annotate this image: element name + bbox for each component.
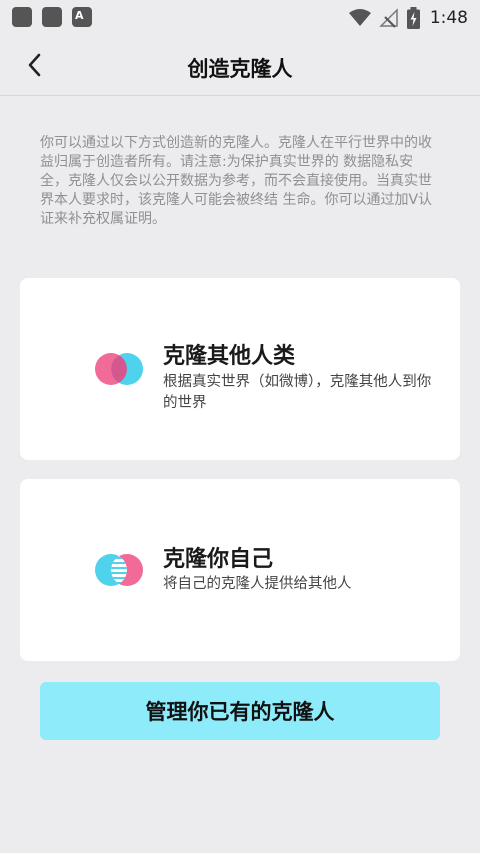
no-signal-icon [379,8,398,28]
wifi-icon [348,9,371,26]
striped-circles-icon [95,554,143,586]
a-notification-icon [72,7,92,27]
clone-yourself-title: 克隆你自己 [163,547,274,572]
page-title: 创造克隆人 [187,57,293,81]
top-app-bar: 创造克隆人 [0,34,480,96]
clone-others-desc: 根据真实世界（如微博），克隆其他人到你的世界 [163,374,432,411]
overlapping-circles-icon [95,353,143,385]
app-notification-icon [12,7,32,27]
status-icons: 1:48 [341,7,468,29]
status-time: 1:48 [429,8,468,28]
clone-others-card[interactable]: 克隆其他人类 根据真实世界（如微博），克隆其他人到你的世界 [20,278,460,460]
battery-charging-icon [406,7,420,29]
clone-others-title: 克隆其他人类 [163,344,296,369]
clone-yourself-card[interactable]: 克隆你自己 将自己的克隆人提供给其他人 [20,479,460,661]
clone-yourself-desc: 将自己的克隆人提供给其他人 [163,576,352,592]
status-bar: 1:48 [0,0,480,34]
manage-clones-button[interactable]: 管理你已有的克隆人 [40,682,440,740]
intro-text: 你可以通过以下方式创造新的克隆人。克隆人在平行世界中的收益归属于创造者所有。请注… [40,135,433,227]
app-notification-icon [42,7,62,27]
